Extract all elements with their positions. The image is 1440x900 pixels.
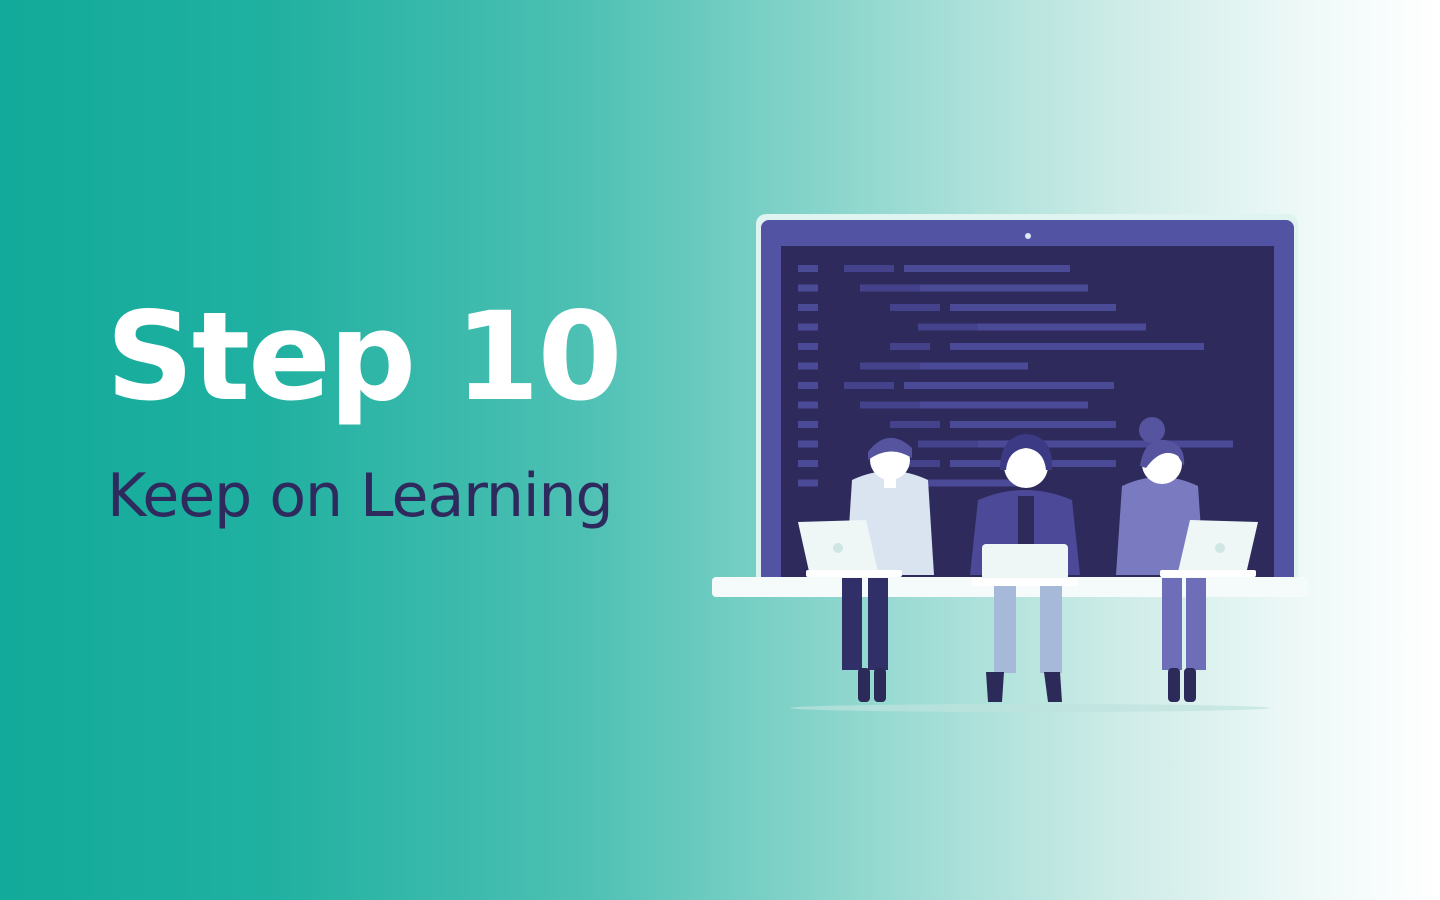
- code-line: [798, 382, 818, 389]
- code-line: [798, 421, 818, 428]
- code-line: [950, 343, 1204, 350]
- floor-shadow: [790, 704, 1270, 712]
- code-line: [844, 265, 894, 272]
- code-line: [950, 421, 1116, 428]
- laptop-icon: [972, 544, 1078, 586]
- code-line: [860, 362, 920, 370]
- code-line: [950, 304, 1116, 311]
- code-line: [860, 401, 930, 409]
- code-line: [920, 362, 1028, 370]
- code-line: [890, 421, 940, 428]
- code-line: [978, 323, 1146, 331]
- code-line: [798, 362, 818, 370]
- code-line: [844, 382, 894, 389]
- code-line: [920, 401, 1088, 409]
- code-line: [798, 265, 818, 272]
- code-line: [920, 284, 1088, 292]
- code-line: [798, 284, 818, 292]
- code-line: [798, 440, 818, 448]
- code-line: [798, 460, 818, 467]
- code-line: [798, 323, 818, 331]
- code-line: [798, 401, 818, 409]
- slide-subtitle: Keep on Learning: [107, 461, 614, 531]
- code-line: [798, 304, 818, 311]
- code-line: [904, 265, 1070, 272]
- code-line: [904, 382, 1114, 389]
- code-line: [860, 284, 930, 292]
- slide-title: Step 10: [106, 286, 623, 428]
- code-line: [798, 479, 818, 487]
- code-line: [890, 304, 940, 311]
- code-line: [798, 343, 818, 350]
- coding-team-illustration: [712, 214, 1308, 712]
- code-line: [890, 343, 930, 350]
